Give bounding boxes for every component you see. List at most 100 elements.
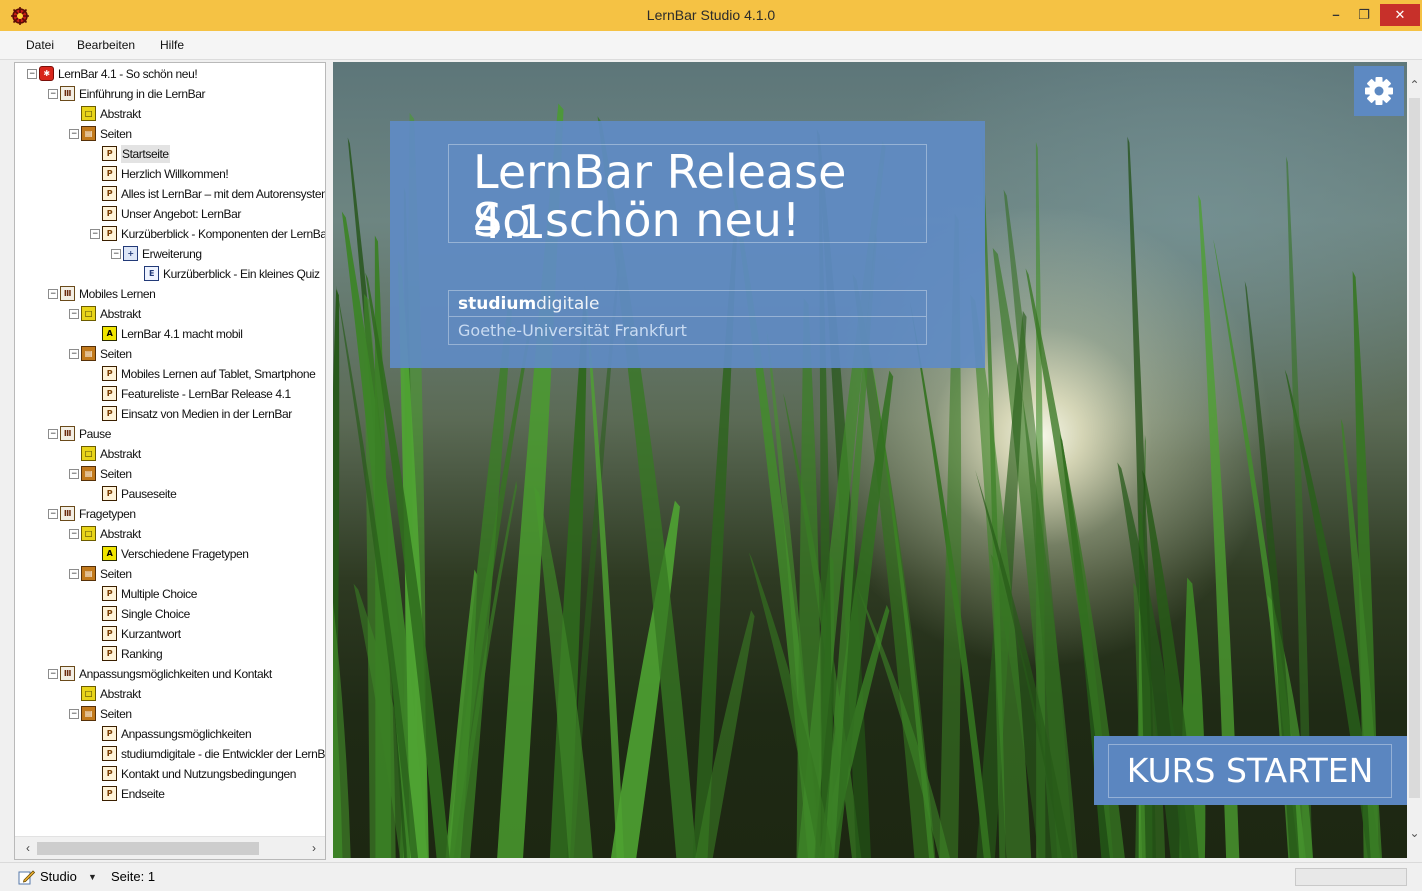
tree-item[interactable]: P Mobiles Lernen auf Tablet, Smartphone — [15, 365, 325, 383]
tree-item[interactable]: − Ⅲ Anpassungsmöglichkeiten und Kontakt — [15, 665, 325, 683]
scroll-up-arrow[interactable]: ⌃ — [1407, 76, 1422, 94]
start-course-button[interactable]: KURS STARTEN — [1094, 736, 1407, 805]
tree-item-label: Fragetypen — [79, 507, 136, 521]
tree-item[interactable]: P Kurzantwort — [15, 625, 325, 643]
expand-toggle-icon[interactable]: − — [69, 309, 79, 319]
tree-item[interactable]: P Anpassungsmöglichkeiten — [15, 725, 325, 743]
tree-item[interactable]: P Herzlich Willkommen! — [15, 165, 325, 183]
expand-toggle-icon[interactable]: − — [48, 429, 58, 439]
expand-toggle-icon[interactable]: − — [69, 469, 79, 479]
maximize-button[interactable]: ❐ — [1350, 4, 1378, 26]
expand-toggle-icon[interactable]: − — [48, 509, 58, 519]
tree-item-label: Seiten — [100, 567, 132, 581]
root-icon: ✱ — [39, 66, 54, 81]
menu-datei[interactable]: Datei — [26, 38, 54, 52]
tree-item[interactable]: A Verschiedene Fragetypen — [15, 545, 325, 563]
tree-item[interactable]: − ▤ Seiten — [15, 705, 325, 723]
expand-toggle-icon[interactable]: − — [111, 249, 121, 259]
tree-item[interactable]: − ▤ Seiten — [15, 565, 325, 583]
scroll-down-arrow[interactable]: ⌄ — [1407, 824, 1422, 842]
tree-item[interactable]: P Featureliste - LernBar Release 4.1 — [15, 385, 325, 403]
tree-item[interactable]: − Ⅲ Mobiles Lernen — [15, 285, 325, 303]
tree-item[interactable]: P Alles ist LernBar – mit dem Autorensyst… — [15, 185, 325, 203]
tree-item[interactable]: − ▤ Seiten — [15, 465, 325, 483]
tree-item[interactable]: E Kurzüberblick - Ein kleines Quiz — [15, 265, 325, 283]
tree-item[interactable]: − Ⅲ Pause — [15, 425, 325, 443]
tree-item-label: LernBar 4.1 - So schön neu! — [58, 67, 198, 81]
expand-toggle-icon[interactable]: − — [90, 229, 100, 239]
settings-button[interactable] — [1354, 66, 1404, 116]
tree-item-label: Mobiles Lernen — [79, 287, 156, 301]
status-bar: Studio ▼ Seite: 1 — [0, 862, 1422, 891]
tree-item-label: Abstrakt — [100, 307, 141, 321]
menu-hilfe[interactable]: Hilfe — [160, 38, 184, 52]
menu-bearbeiten[interactable]: Bearbeiten — [77, 38, 135, 52]
tree-item[interactable]: P Startseite — [15, 145, 325, 163]
tree-item[interactable]: − + Erweiterung — [15, 245, 325, 263]
tree-item[interactable]: P Multiple Choice — [15, 585, 325, 603]
course-preview: LernBar Release 4.1 So schön neu! studiu… — [333, 62, 1407, 858]
tree-item[interactable]: − Ⅲ Fragetypen — [15, 505, 325, 523]
window-title: LernBar Studio 4.1.0 — [646, 7, 776, 23]
expand-toggle-icon[interactable]: − — [69, 569, 79, 579]
tree-item[interactable]: − P Kurzüberblick - Komponenten der LernBa… — [15, 225, 325, 243]
expand-toggle-icon[interactable]: − — [48, 89, 58, 99]
tree-item-label: Erweiterung — [142, 247, 202, 261]
tree-item[interactable]: P Ranking — [15, 645, 325, 663]
vertical-scroll-thumb[interactable] — [1409, 98, 1420, 798]
expand-toggle-icon[interactable]: − — [69, 349, 79, 359]
tree-item[interactable]: □ Abstrakt — [15, 445, 325, 463]
horizontal-scrollbar[interactable]: ‹ › — [15, 836, 325, 859]
mode-label: Studio — [40, 869, 77, 884]
scroll-thumb[interactable] — [37, 842, 259, 855]
tree-item[interactable]: − ▤ Seiten — [15, 345, 325, 363]
tree-item-label: Anpassungsmöglichkeiten und Kontakt — [79, 667, 272, 681]
expand-toggle-icon[interactable]: − — [69, 709, 79, 719]
tree-item-label: Seiten — [100, 127, 132, 141]
start-course-label: KURS STARTEN — [1108, 744, 1392, 798]
tree-item[interactable]: − ✱ LernBar 4.1 - So schön neu! — [15, 65, 325, 83]
tree-item[interactable]: − □ Abstrakt — [15, 305, 325, 323]
expand-toggle-icon[interactable]: − — [48, 289, 58, 299]
tree-item-label: Herzlich Willkommen! — [121, 167, 229, 181]
expand-toggle-icon[interactable]: − — [27, 69, 37, 79]
title-box: LernBar Release 4.1 So schön neu! studiu… — [390, 121, 985, 368]
vertical-scrollbar[interactable]: ⌃ ⌄ — [1407, 62, 1422, 858]
scroll-left-arrow[interactable]: ‹ — [21, 840, 35, 856]
chapter-icon: Ⅲ — [60, 426, 75, 441]
tree-item[interactable]: − □ Abstrakt — [15, 525, 325, 543]
tree-item[interactable]: □ Abstrakt — [15, 685, 325, 703]
expand-toggle-icon[interactable]: − — [69, 129, 79, 139]
abstract-page-icon: A — [102, 326, 117, 341]
scroll-right-arrow[interactable]: › — [307, 840, 321, 856]
page-icon: P — [102, 186, 117, 201]
tree-item[interactable]: P Einsatz von Medien in der LernBar — [15, 405, 325, 423]
chapter-icon: Ⅲ — [60, 506, 75, 521]
close-button[interactable]: ✕ — [1380, 4, 1420, 26]
extension-icon: + — [123, 246, 138, 261]
tree-item[interactable]: P Pauseseite — [15, 485, 325, 503]
tree-item[interactable]: − ▤ Seiten — [15, 125, 325, 143]
tree-item[interactable]: P Unser Angebot: LernBar — [15, 205, 325, 223]
tree-item[interactable]: P Kontakt und Nutzungsbedingungen — [15, 765, 325, 783]
tree-item[interactable]: Pstudiumdigitale - die Entwickler der Le… — [15, 745, 325, 763]
tree-item[interactable]: A LernBar 4.1 macht mobil — [15, 325, 325, 343]
tree-item[interactable]: P Single Choice — [15, 605, 325, 623]
tree-item-label: Startseite — [121, 145, 170, 163]
tree-item-label: Kurzüberblick - Ein kleines Quiz — [163, 267, 320, 281]
tree-item[interactable]: − Ⅲ Einführung in die LernBar — [15, 85, 325, 103]
tree-item-label: Multiple Choice — [121, 587, 198, 601]
organisation-frame: studiumdigitale Goethe-Universität Frank… — [448, 290, 927, 345]
tree-item[interactable]: P Endseite — [15, 785, 325, 803]
expand-toggle-icon[interactable]: − — [69, 529, 79, 539]
minimize-button[interactable]: – — [1322, 4, 1350, 26]
grass-blade — [449, 304, 513, 858]
page-icon: P — [102, 746, 117, 761]
expand-toggle-icon[interactable]: − — [48, 669, 58, 679]
page-icon: P — [102, 766, 117, 781]
tree-item-label: Endseite — [121, 787, 165, 801]
organisation-name: studiumdigitale — [449, 291, 926, 317]
abstract-icon: □ — [81, 526, 96, 541]
tree-item[interactable]: □ Abstrakt — [15, 105, 325, 123]
abstract-icon: □ — [81, 446, 96, 461]
